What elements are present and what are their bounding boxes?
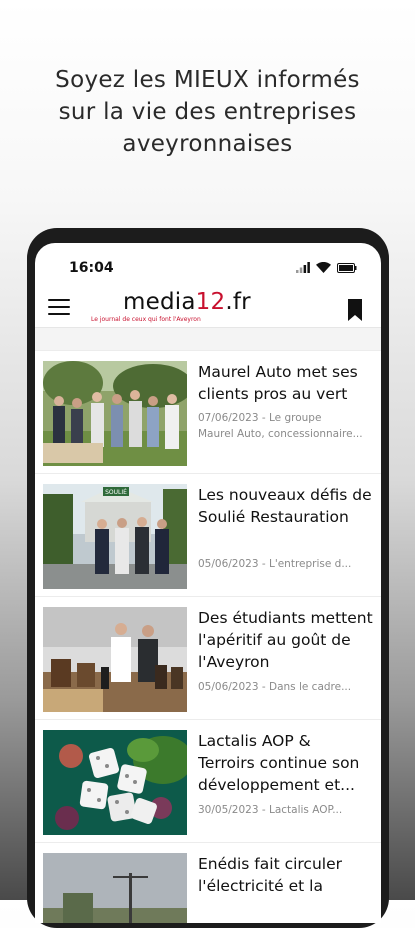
article-title: Maurel Auto met ses clients pros au vert (198, 363, 358, 403)
status-bar: 16:04 (35, 243, 381, 287)
article-thumbnail (43, 361, 187, 466)
promo-line-2: sur la vie des entreprises (58, 99, 357, 125)
article-card[interactable]: SOULIÉ Les nouveaux défis de Soulié Rest… (35, 473, 381, 592)
article-title-line: Terroirs continue son (198, 754, 360, 772)
status-icons (296, 262, 357, 273)
app-bar: media12.fr Le journal de ceux qui font l… (35, 287, 381, 328)
article-excerpt-line: 05/06/2023 - L'entreprise d... (198, 558, 352, 570)
article-excerpt-line: 30/05/2023 - Lactalis AOP... (198, 804, 343, 816)
article-title-line: développement et... (198, 776, 355, 794)
article-card[interactable]: Maurel Auto met ses clients pros au vert… (35, 350, 381, 469)
article-title: Des étudiants mettent l'apéritif au goût… (198, 609, 373, 671)
article-thumbnail: SOULIÉ (43, 484, 187, 589)
promo-line-3: aveyronnaises (122, 131, 293, 157)
article-title-line: l'électricité et la (198, 877, 323, 895)
logo-suffix: .fr (225, 289, 251, 315)
article-thumbnail (43, 607, 187, 712)
article-excerpt: 05/06/2023 - Dans le cadre... (198, 679, 374, 695)
article-title-line: Lactalis AOP & (198, 732, 311, 750)
article-excerpt: 30/05/2023 - Lactalis AOP... (198, 802, 374, 818)
menu-icon[interactable] (47, 295, 71, 319)
status-time: 16:04 (69, 260, 114, 276)
promo-text: Soyez les MIEUX informés sur la vie des … (0, 64, 415, 160)
article-thumbnail (43, 730, 187, 835)
signal-icon (296, 262, 310, 273)
app-screen: 16:04 media12.fr Le journal de ceux qui … (35, 243, 381, 923)
article-thumbnail (43, 853, 187, 923)
article-card[interactable]: Des étudiants mettent l'apéritif au goût… (35, 596, 381, 715)
battery-icon (337, 262, 357, 273)
article-excerpt: 07/06/2023 - Le groupe Maurel Auto, conc… (198, 410, 374, 442)
list-top-spacer (35, 328, 381, 350)
article-card[interactable]: Lactalis AOP & Terroirs continue son dév… (35, 719, 381, 838)
article-title: Enédis fait circuler l'électricité et la (198, 853, 374, 897)
promo-line-1: Soyez les MIEUX informés (55, 67, 360, 93)
article-excerpt-line: Maurel Auto, concessionnaire... (198, 428, 363, 440)
article-excerpt-line: 07/06/2023 - Le groupe (198, 412, 322, 424)
wifi-icon (316, 262, 331, 273)
article-title: Lactalis AOP & Terroirs continue son dév… (198, 730, 374, 796)
logo-tagline: Le journal de ceux qui font l'Aveyron (91, 316, 201, 323)
soulie-sign-text: SOULIÉ (105, 488, 127, 496)
logo-prefix: media (123, 289, 196, 315)
bookmark-icon[interactable] (347, 299, 363, 321)
article-card[interactable]: Enédis fait circuler l'électricité et la (35, 842, 381, 923)
article-excerpt-line: 05/06/2023 - Dans le cadre... (198, 681, 352, 693)
article-title: Les nouveaux défis de Soulié Restauratio… (198, 486, 372, 526)
media12-logo[interactable]: media12.fr Le journal de ceux qui font l… (91, 289, 251, 323)
article-excerpt: 05/06/2023 - L'entreprise d... (198, 556, 374, 572)
logo-number: 12 (195, 289, 226, 315)
article-title-line: Enédis fait circuler (198, 855, 342, 873)
